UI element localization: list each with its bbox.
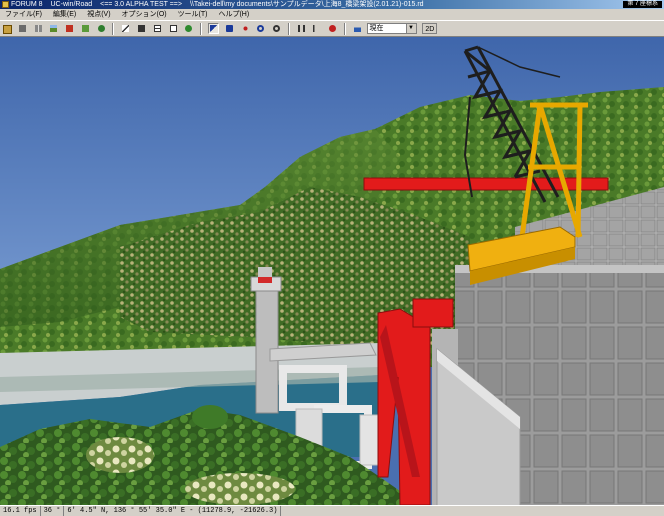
red-girder-cap [412, 298, 454, 328]
pause-icon[interactable] [296, 23, 307, 34]
3d-viewport[interactable] [0, 37, 664, 505]
flowering-shrub [86, 437, 154, 473]
file-path: \\Takei-dell\my documents\サンプルデータ\上海8_橋梁… [189, 1, 424, 8]
tree-canopy [192, 405, 228, 429]
toolbar-separator [112, 23, 115, 35]
move-icon[interactable] [240, 23, 251, 34]
table-icon[interactable] [168, 23, 179, 34]
zoom-icon[interactable] [271, 23, 282, 34]
toolbar-separator [287, 23, 290, 35]
view-select-value: 現在 [369, 25, 384, 32]
formwork-frame [359, 414, 381, 466]
scene-canvas [0, 37, 664, 505]
toolbar-separator [343, 23, 346, 35]
rotate-icon[interactable] [255, 23, 266, 34]
menu-tools[interactable]: ツール(T) [174, 9, 212, 20]
crane-red-beam [363, 177, 609, 191]
product-name: UC-win/Road [50, 1, 93, 8]
menu-view[interactable]: 視点(V) [83, 9, 114, 20]
view-select[interactable]: 現在 ▼ [366, 23, 417, 34]
texture-icon[interactable] [80, 23, 91, 34]
heading-readout: 36 ° [41, 506, 65, 516]
measure-icon[interactable] [136, 23, 147, 34]
pier-warning-light [258, 277, 272, 283]
pen-icon[interactable] [120, 23, 131, 34]
menu-edit[interactable]: 編集(E) [49, 9, 80, 20]
status-bar: 16.1 fps 36 ° 6' 4.5" N, 136 ° 55' 35.0" E… [0, 505, 664, 516]
record-icon[interactable] [327, 23, 338, 34]
pointer-icon[interactable] [207, 23, 219, 34]
toolbar: 現在 ▼ 2D [0, 20, 664, 37]
tree-icon[interactable] [96, 23, 107, 34]
fps-readout: 16.1 fps [0, 506, 41, 516]
flowering-shrub [185, 473, 295, 505]
menu-help[interactable]: ヘルプ(H) [214, 9, 253, 20]
camera-icon[interactable] [224, 23, 235, 34]
app-icon [2, 1, 9, 8]
menu-bar: ファイル(F) 編集(E) 視点(V) オプション(O) ツール(T) ヘルプ(… [0, 9, 664, 20]
menu-options[interactable]: オプション(O) [118, 9, 171, 20]
title-bar: FORUM 8 UC-win/Road <== 3.0 ALPHA TEST ==>… [0, 0, 664, 9]
grid-icon[interactable] [152, 23, 163, 34]
coordinates-readout: 6' 4.5" N, 136 ° 55' 35.0" E - (11278.9,… [64, 506, 282, 516]
app-name: FORUM 8 [11, 1, 43, 8]
intersection-icon[interactable] [33, 23, 44, 34]
road-icon[interactable] [17, 23, 28, 34]
coordinate-system-badge[interactable]: 第 7 座標系 [623, 1, 662, 8]
step-icon[interactable] [311, 23, 322, 34]
terrain-icon[interactable] [48, 23, 59, 34]
model-icon[interactable] [64, 23, 75, 34]
mode-2d-button[interactable]: 2D [422, 23, 438, 34]
menu-file[interactable]: ファイル(F) [1, 9, 46, 20]
chevron-down-icon[interactable]: ▼ [405, 24, 416, 33]
car-icon[interactable] [352, 23, 363, 34]
sign-icon[interactable] [183, 23, 194, 34]
version-tag: <== 3.0 ALPHA TEST ==> [100, 1, 182, 8]
toolbar-separator [200, 23, 203, 35]
open-icon[interactable] [1, 23, 12, 34]
